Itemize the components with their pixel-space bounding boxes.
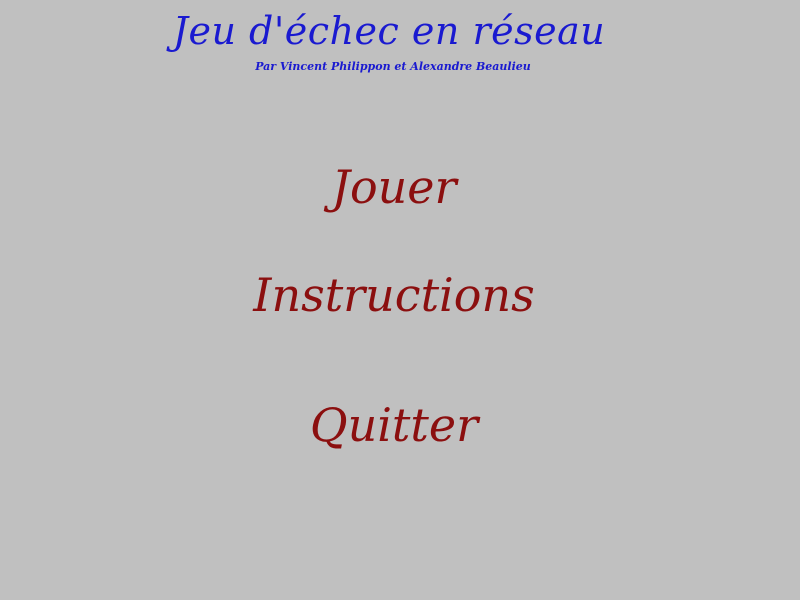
game-title: Jeu d'échec en réseau	[172, 9, 606, 53]
instructions-button[interactable]: Instructions	[0, 265, 788, 325]
quit-button[interactable]: Quitter	[0, 395, 788, 455]
play-button[interactable]: Jouer	[0, 157, 788, 217]
game-credits: Par Vincent Philippon et Alexandre Beaul…	[255, 60, 531, 73]
